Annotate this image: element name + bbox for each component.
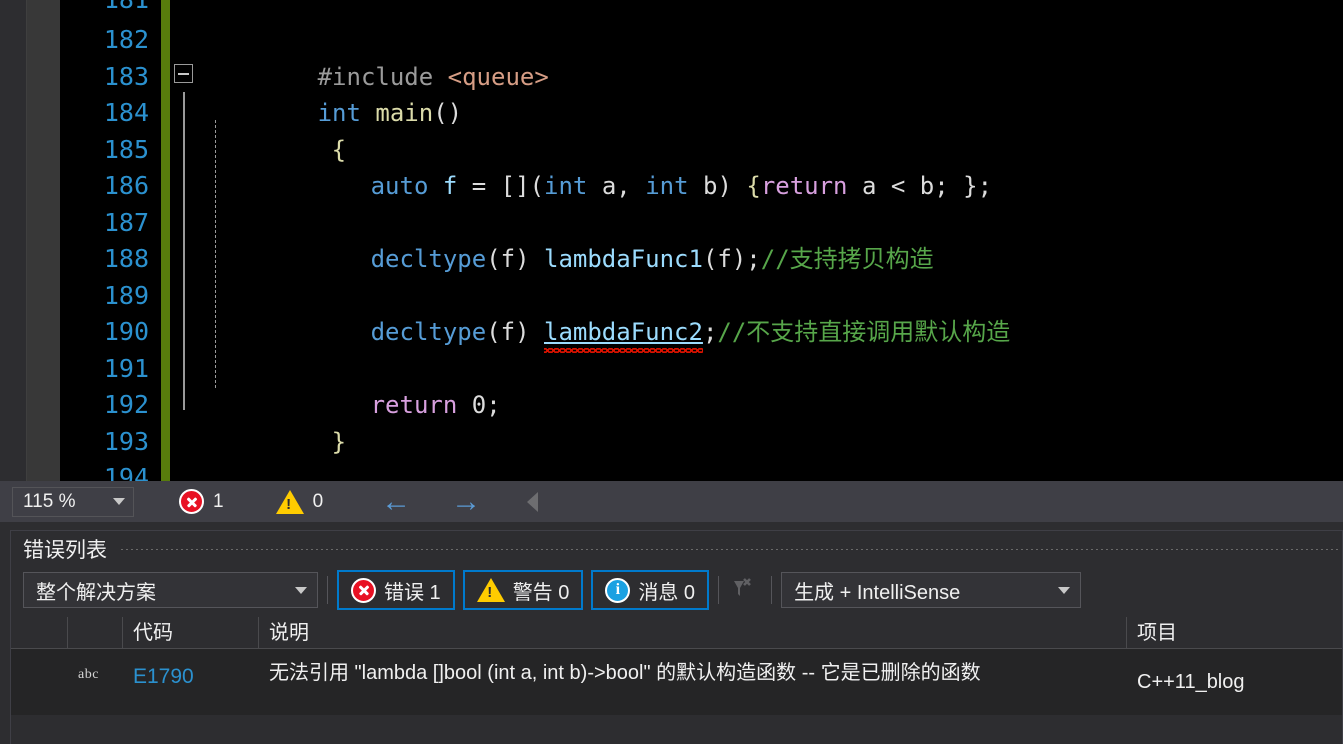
toolbar-separator bbox=[771, 576, 773, 604]
chevron-down-icon bbox=[113, 498, 125, 505]
messages-filter-label: 消息 0 bbox=[638, 581, 696, 604]
error-icon bbox=[179, 489, 204, 514]
line-number-gutter: 181 182 183 184 185 186 187 188 189 190 … bbox=[60, 0, 161, 492]
status-error-count[interactable]: 1 bbox=[179, 489, 224, 514]
row-description-cell: 无法引用 "lambda []bool (int a, int b)->bool… bbox=[269, 662, 981, 684]
warnings-filter-button[interactable]: 警告 0 bbox=[462, 570, 584, 610]
clear-filter-icon[interactable] bbox=[728, 576, 762, 604]
line-number: 192 bbox=[103, 390, 149, 419]
visual-studio-window: 181 182 183 184 185 186 187 188 189 190 … bbox=[0, 0, 1343, 744]
build-filter-dropdown[interactable]: 生成 + IntelliSense bbox=[781, 572, 1082, 608]
build-filter-value: 生成 + IntelliSense bbox=[794, 581, 961, 604]
editor-outline-margin bbox=[48, 0, 60, 481]
messages-filter-button[interactable]: 消息 0 bbox=[591, 570, 710, 610]
toolbar-separator bbox=[327, 576, 328, 604]
code-line: decltype(f) lambdaFunc1(f);//支持拷贝构造 bbox=[170, 205, 1343, 273]
zoom-level-value: 115 % bbox=[23, 490, 76, 512]
table-row[interactable]: abc E1790 无法引用 "lambda []bool (int a, in… bbox=[11, 649, 1342, 715]
chevron-down-icon bbox=[295, 586, 307, 594]
error-icon bbox=[351, 577, 376, 603]
zoom-level-dropdown[interactable]: 115 % bbox=[12, 486, 134, 517]
code-line: return 0; bbox=[170, 351, 1343, 419]
code-line: auto f = [](int a, int b) {return a < b;… bbox=[170, 132, 1343, 200]
abc-squiggle-icon: abc bbox=[78, 667, 99, 682]
line-number: 183 bbox=[103, 61, 149, 91]
navigate-back-icon[interactable]: ← bbox=[381, 486, 411, 517]
editor-status-bar: 115 % 1 0 ← → bbox=[0, 481, 1343, 522]
chevron-down-icon bbox=[1058, 586, 1071, 594]
code-editor[interactable]: 181 182 183 184 185 186 187 188 189 190 … bbox=[0, 0, 1343, 492]
code-line: } bbox=[170, 387, 1343, 456]
row-code-cell[interactable]: E1790 bbox=[123, 649, 259, 715]
status-warning-count[interactable]: 0 bbox=[275, 489, 324, 514]
panel-title-rule bbox=[121, 548, 1338, 550]
navigate-forward-icon[interactable]: → bbox=[451, 486, 481, 517]
toolbar-separator bbox=[718, 576, 720, 604]
warning-count-value: 0 bbox=[312, 490, 324, 512]
column-header-project[interactable]: 项目 bbox=[1127, 617, 1342, 649]
panel-title-row: 错误列表 bbox=[11, 531, 1342, 567]
info-icon bbox=[605, 577, 631, 603]
table-header-row: 代码 说明 项目 bbox=[11, 617, 1342, 649]
errors-filter-label: 错误 1 bbox=[384, 581, 441, 604]
column-header-icon[interactable] bbox=[68, 617, 123, 649]
warnings-filter-label: 警告 0 bbox=[512, 581, 570, 604]
code-line: int main() bbox=[170, 59, 1343, 127]
column-header-code[interactable]: 代码 bbox=[123, 617, 259, 649]
code-line: { bbox=[170, 95, 1343, 164]
row-project-cell: C++11_blog bbox=[1137, 671, 1245, 693]
code-line: #include <queue> bbox=[170, 22, 1343, 91]
scope-filter-dropdown[interactable]: 整个解决方案 bbox=[23, 572, 318, 608]
change-tracking-bar bbox=[161, 0, 170, 481]
scope-filter-value: 整个解决方案 bbox=[36, 581, 156, 604]
warning-icon bbox=[476, 578, 505, 602]
line-number: 185 bbox=[103, 134, 149, 164]
warning-icon bbox=[275, 489, 304, 514]
line-number: 182 bbox=[103, 25, 149, 54]
column-header-description[interactable]: 说明 bbox=[259, 617, 1127, 649]
line-number: 181 bbox=[60, 0, 149, 22]
line-number: 190 bbox=[103, 317, 149, 346]
column-header-select[interactable] bbox=[11, 617, 68, 649]
code-line: decltype(f) lambdaFunc2;//不支持直接调用默认构造 bbox=[170, 278, 1343, 346]
panel-title: 错误列表 bbox=[23, 539, 107, 562]
editor-left-margin bbox=[0, 0, 26, 481]
collapse-left-icon[interactable] bbox=[527, 491, 539, 512]
line-number: 186 bbox=[103, 171, 149, 200]
line-number: 188 bbox=[103, 244, 149, 273]
errors-filter-button[interactable]: 错误 1 bbox=[337, 570, 455, 610]
error-list-table: 代码 说明 项目 abc E1790 无法引用 "lambda []bool (… bbox=[11, 617, 1342, 715]
line-number: 191 bbox=[103, 353, 149, 383]
line-number: 193 bbox=[103, 426, 149, 456]
error-list-toolbar: 整个解决方案 错误 1 警告 0 消息 0 bbox=[11, 567, 1342, 613]
row-select-cell bbox=[11, 649, 68, 715]
line-number: 189 bbox=[103, 280, 149, 310]
error-list-panel: 错误列表 整个解决方案 错误 1 警告 0 bbox=[0, 522, 1343, 744]
line-number: 187 bbox=[103, 207, 149, 237]
row-icon-cell: abc bbox=[68, 649, 123, 715]
error-count-value: 1 bbox=[213, 490, 224, 512]
code-text-area[interactable]: #include <queue> int main() { auto f = [… bbox=[170, 0, 1343, 481]
line-number: 184 bbox=[103, 98, 149, 127]
editor-breakpoint-margin[interactable] bbox=[26, 0, 48, 481]
